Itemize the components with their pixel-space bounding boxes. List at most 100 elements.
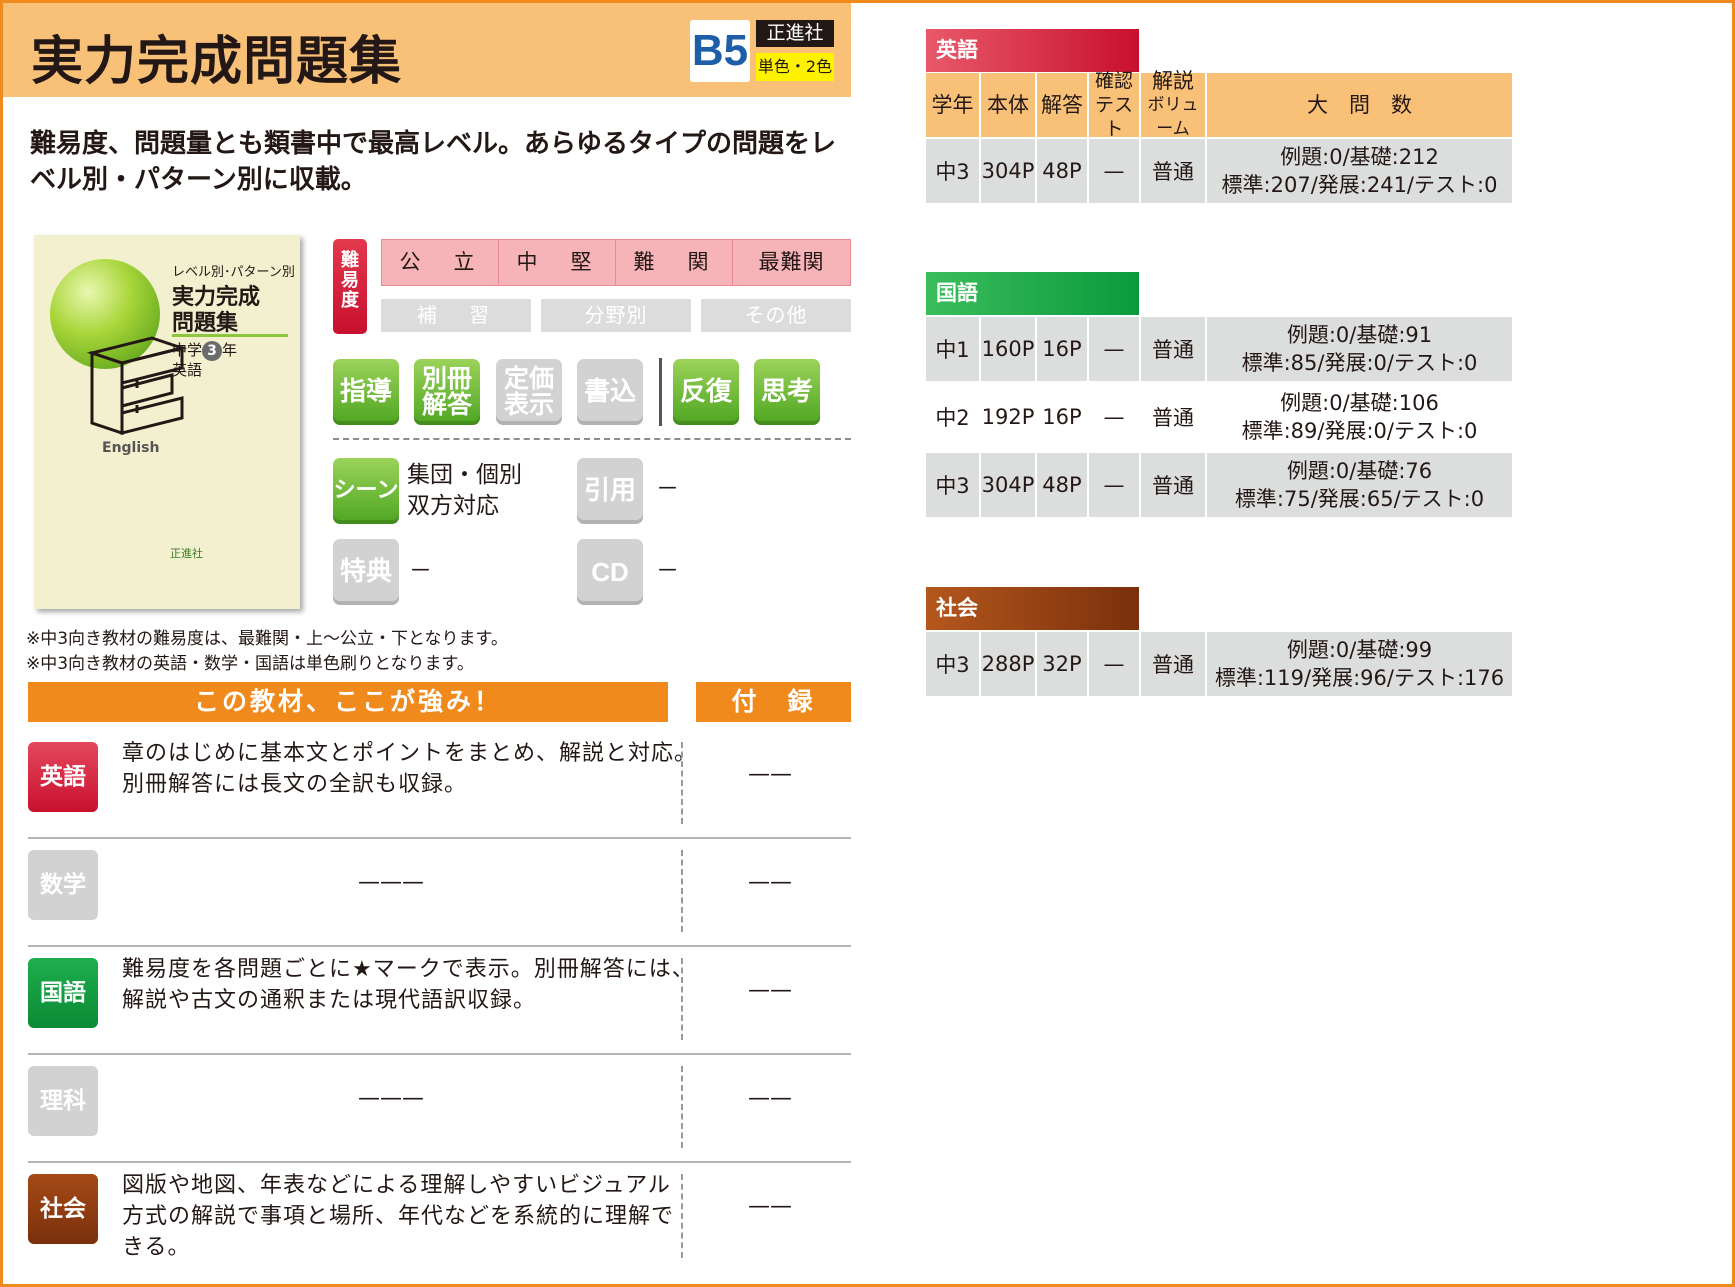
feature-repetition: 反復 — [673, 359, 739, 425]
cell-answer: 48P — [1037, 453, 1089, 517]
scene-value-line2: 双方対応 — [407, 493, 499, 519]
table-tab-social: 社会 — [926, 587, 1139, 630]
level-hard: 難 関 — [615, 239, 733, 286]
cell-answer: 16P — [1037, 317, 1089, 381]
size-badge: B5 — [690, 20, 750, 82]
row-divider — [681, 850, 683, 932]
cell-questions: 例題:0/基礎:212 標準:207/発展:241/テスト:0 — [1221, 145, 1498, 197]
strength-text-science: ——— — [358, 1086, 424, 1111]
page-title: 実力完成問題集 — [31, 32, 403, 92]
header-grade: 学年 — [926, 73, 981, 137]
dashed-separator — [333, 438, 851, 440]
cover-subtitle: レベル別･パターン別 — [172, 265, 295, 280]
cell-pages: 304P — [981, 453, 1037, 517]
table-row-japanese-g1: 中1 160P 16P — 普通 例題:0/基礎:91 標準:85/発展:0/テス… — [926, 317, 1512, 381]
header-answer: 解答 — [1037, 73, 1089, 137]
cell-check: — — [1089, 317, 1141, 381]
cell-pages: 288P — [981, 632, 1037, 696]
cell-grade: 中3 — [926, 632, 981, 696]
quote-label: 引用 — [577, 458, 643, 524]
cell-answer: 48P — [1037, 139, 1089, 203]
supplement-english: —— — [748, 762, 792, 787]
publisher-badge: 正進社 — [756, 20, 834, 47]
letter-e-3d-graphic — [86, 336, 188, 436]
row-divider — [681, 1066, 683, 1148]
supplement-header: 付 録 — [696, 682, 851, 722]
table-row-social-g3: 中3 288P 32P — 普通 例題:0/基礎:99 標準:119/発展:96/… — [926, 632, 1512, 696]
feature-separate-answers: 別冊 解答 — [414, 359, 480, 425]
feature-thinking: 思考 — [754, 359, 820, 425]
bonus-label: 特典 — [333, 539, 399, 605]
feature-divider — [659, 358, 662, 426]
cell-pages: 160P — [981, 317, 1037, 381]
strength-row-social: 社会 図版や地図、年表などによる理解しやすいビジュアル 方式の解説で事項と場所、年… — [28, 1173, 851, 1274]
strength-text-japanese: 難易度を各問題ごとに★マークで表示。別冊解答には、 解説や古文の通釈または現代語訳… — [122, 957, 695, 1013]
print-color-badge: 単色・2色 — [756, 53, 834, 81]
header-check-test: 確認 テスト — [1089, 70, 1141, 140]
table-row-english-g3: 中3 304P 48P — 普通 例題:0/基礎:212 標準:207/発展:24… — [926, 139, 1512, 203]
cell-volume: 普通 — [1141, 453, 1207, 517]
subject-badge-math: 数学 — [28, 850, 98, 920]
cell-grade: 中3 — [926, 139, 981, 203]
cell-check: — — [1089, 139, 1141, 203]
strength-text-social: 図版や地図、年表などによる理解しやすいビジュアル 方式の解説で事項と場所、年代など… — [122, 1173, 675, 1260]
subject-badge-english: 英語 — [28, 742, 98, 812]
strength-row-english: 英語 章のはじめに基本文とポイントをまとめ、解説と対応。 別冊解答には長文の全訳も… — [28, 741, 851, 839]
scene-value-line1: 集団・個別 — [407, 462, 522, 488]
cd-label: CD — [577, 539, 643, 605]
feature-guidance: 指導 — [333, 359, 399, 425]
cell-check: — — [1089, 453, 1141, 517]
feature-write-in: 書込 — [577, 359, 643, 425]
table-row-japanese-g2: 中2 192P 16P — 普通 例題:0/基礎:106 標準:89/発展:0/テ… — [926, 385, 1512, 449]
supplement-science: —— — [748, 1086, 792, 1111]
level-middle: 中 堅 — [498, 239, 616, 286]
cover-english-label: English — [102, 440, 160, 456]
cell-answer: 16P — [1037, 385, 1089, 449]
bonus-value: － — [409, 558, 432, 584]
strength-row-japanese: 国語 難易度を各問題ごとに★マークで表示。別冊解答には、 解説や古文の通釈または現… — [28, 957, 851, 1055]
book-cover-image: レベル別･パターン別 実力完成 問題集 中学 3 年 英語 English 正進社 — [34, 235, 300, 609]
row-rule — [28, 1161, 851, 1163]
strength-text-math: ——— — [358, 870, 424, 895]
header-pages: 本体 — [981, 73, 1037, 137]
table-tab-japanese: 国語 — [926, 272, 1139, 315]
scene-label: シーン — [333, 458, 399, 524]
note-printing: ※中3向き教材の英語・数学・国語は単色刷りとなります。 — [26, 654, 474, 674]
header-questions: 大 問 数 — [1307, 93, 1412, 117]
cell-answer: 32P — [1037, 632, 1089, 696]
cell-grade: 中1 — [926, 317, 981, 381]
cell-questions: 例題:0/基礎:76 標準:75/発展:65/テスト:0 — [1234, 459, 1485, 511]
sublevel-remedial: 補 習 — [381, 299, 531, 332]
cell-check: — — [1089, 385, 1141, 449]
subject-badge-science: 理科 — [28, 1066, 98, 1136]
strengths-header: この教材、ここが強み！ — [28, 682, 668, 722]
cell-grade: 中2 — [926, 385, 981, 449]
header-banner: 実力完成問題集 B5 正進社 単色・2色 — [3, 3, 851, 97]
supplement-social: —— — [748, 1194, 792, 1219]
row-divider — [681, 1174, 683, 1258]
row-divider — [681, 742, 683, 824]
description: 難易度、問題量とも類書中で最高レベル。あらゆるタイプの問題をレベル別・パターン別… — [30, 129, 837, 195]
row-rule — [28, 837, 851, 839]
cell-volume: 普通 — [1141, 317, 1207, 381]
table-row-japanese-g3: 中3 304P 48P — 普通 例題:0/基礎:76 標準:75/発展:65/テ… — [926, 453, 1512, 517]
cell-questions: 例題:0/基礎:106 標準:89/発展:0/テスト:0 — [1241, 391, 1478, 443]
strength-row-math: 数学 ——— —— — [28, 850, 851, 947]
difficulty-tag: 難易度 — [333, 239, 367, 334]
cell-volume: 普通 — [1141, 632, 1207, 696]
strength-row-science: 理科 ——— —— — [28, 1066, 851, 1163]
subject-badge-japanese: 国語 — [28, 958, 98, 1028]
row-rule — [28, 1053, 851, 1055]
cell-questions: 例題:0/基礎:99 標準:119/発展:96/テスト:176 — [1214, 638, 1505, 690]
cell-grade: 中3 — [926, 453, 981, 517]
header-volume: 解説 ボリューム — [1141, 69, 1207, 139]
supplement-japanese: —— — [748, 978, 792, 1003]
cell-volume: 普通 — [1141, 139, 1207, 203]
supplement-math: —— — [748, 870, 792, 895]
row-divider — [681, 958, 683, 1040]
cell-questions: 例題:0/基礎:91 標準:85/発展:0/テスト:0 — [1241, 323, 1478, 375]
cover-publisher-logo: 正進社 — [170, 547, 203, 560]
level-public: 公 立 — [381, 239, 499, 286]
sublevel-by-field: 分野別 — [541, 299, 691, 332]
cell-pages: 304P — [981, 139, 1037, 203]
